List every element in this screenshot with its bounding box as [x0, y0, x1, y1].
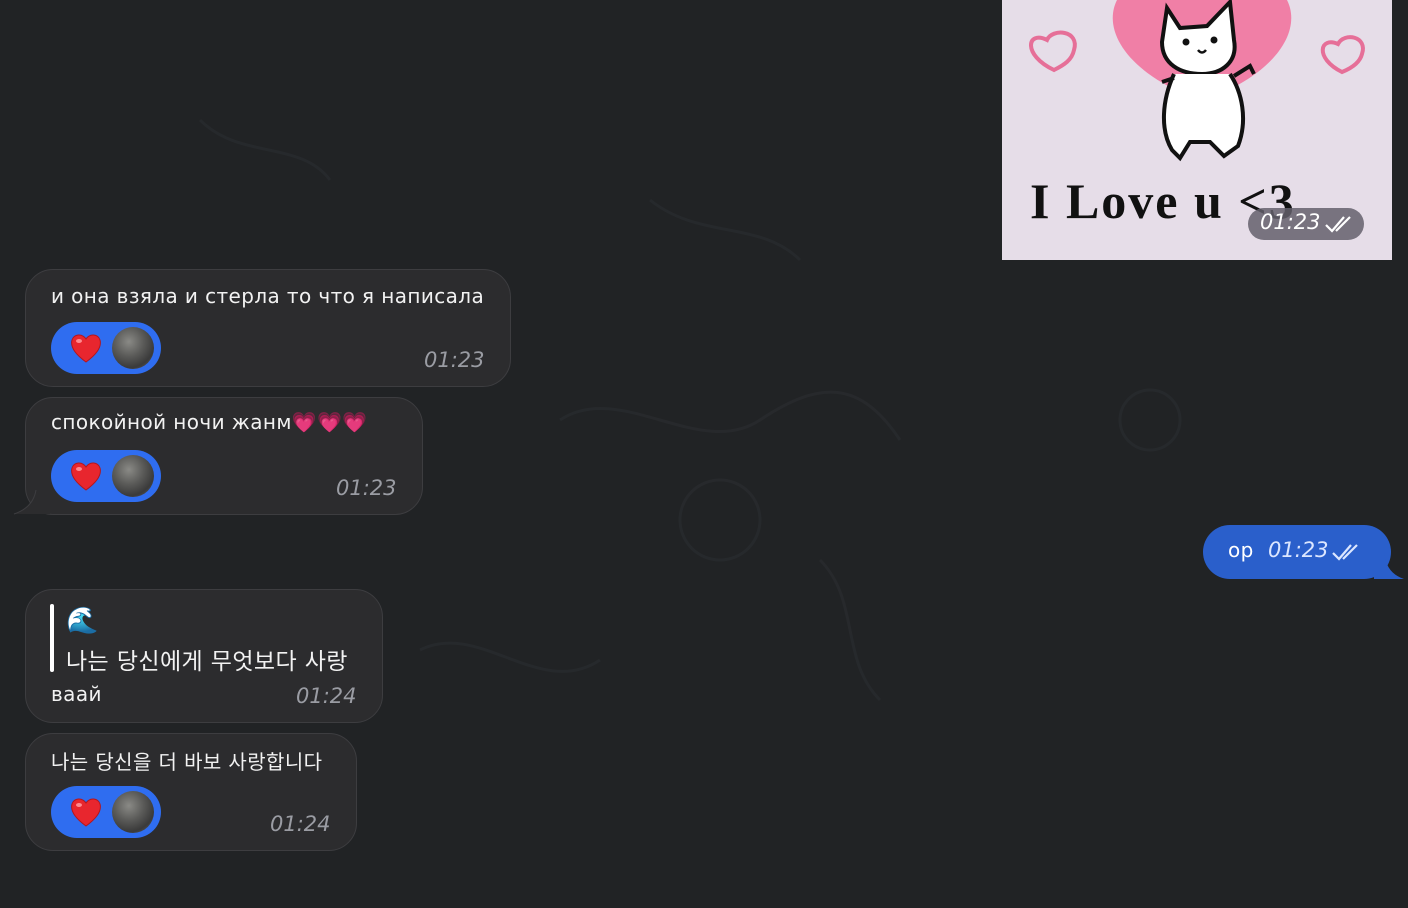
reactor-avatar — [112, 791, 154, 833]
incoming-message-bubble-with-quote[interactable]: 🌊 나는 당신에게 무엇보다 사랑 ваай 01:24 — [25, 589, 383, 723]
quote-text: 나는 당신에게 무엇보다 사랑 — [66, 649, 348, 675]
photo-timestamp-badge: 01:23 — [1248, 208, 1364, 240]
reaction-pill[interactable] — [51, 786, 161, 838]
photo-time: 01:23 — [1260, 210, 1321, 234]
message-time: 01:24 — [296, 684, 357, 708]
outgoing-message-bubble[interactable]: ор 01:23 — [1203, 525, 1391, 579]
message-text: и она взяла и стерла то что я написала — [51, 284, 485, 308]
incoming-message-bubble[interactable]: и она взяла и стерла то что я написала 0… — [25, 269, 511, 387]
message-text: ваай — [51, 682, 102, 706]
incoming-message-bubble[interactable]: 나는 당신을 더 바보 사랑합니다 01:24 — [25, 733, 357, 851]
heart-reaction-icon — [71, 798, 101, 827]
outgoing-bubble-tail — [1374, 553, 1404, 579]
incoming-bubble-tail — [13, 490, 50, 515]
double-check-icon — [1325, 216, 1351, 233]
message-text: 나는 당신을 더 바보 사랑합니다 — [51, 750, 323, 774]
message-text: спокойной ночи жанм💗💗💗 — [51, 410, 368, 434]
message-time: 01:23 — [336, 476, 397, 500]
heart-reaction-icon — [71, 334, 101, 363]
incoming-message-bubble[interactable]: спокойной ночи жанм💗💗💗 01:23 — [25, 397, 423, 515]
reaction-pill[interactable] — [51, 322, 161, 374]
message-time: 01:24 — [270, 812, 331, 836]
message-time: 01:23 — [424, 348, 485, 372]
double-check-icon — [1332, 544, 1358, 561]
quote-bar — [50, 604, 54, 672]
reactor-avatar — [112, 455, 154, 497]
heart-reaction-icon — [71, 462, 101, 491]
reaction-pill[interactable] — [51, 450, 161, 502]
message-text: ор — [1228, 538, 1254, 562]
message-time: 01:23 — [1268, 538, 1329, 562]
reactor-avatar — [112, 327, 154, 369]
quote-emoji: 🌊 — [66, 606, 99, 636]
